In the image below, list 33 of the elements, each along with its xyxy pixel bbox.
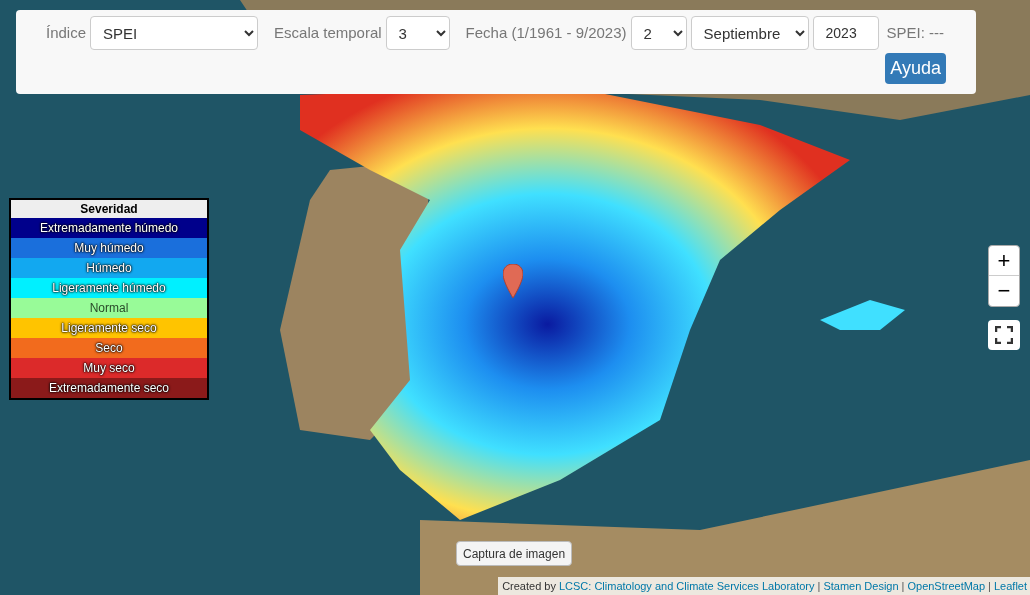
month-select[interactable]: Septiembre	[690, 16, 809, 50]
date-label: Fecha (1/1961 - 9/2023)	[465, 22, 627, 43]
legend-item: Seco	[11, 338, 207, 358]
legend-item: Muy seco	[11, 358, 207, 378]
year-field[interactable]: 2023	[812, 16, 879, 50]
fullscreen-button[interactable]	[988, 320, 1020, 350]
spei-reading: SPEI: ---	[886, 22, 945, 43]
legend-item: Extremadamente húmedo	[11, 218, 207, 238]
legend-item: Húmedo	[11, 258, 207, 278]
legend-item: Normal	[11, 298, 207, 318]
capture-button[interactable]: Captura de imagen	[456, 541, 573, 566]
legend-item: Extremadamente seco	[11, 378, 207, 398]
help-button[interactable]: Ayuda	[885, 53, 946, 84]
scale-label: Escala temporal	[274, 22, 382, 43]
zoom-out-button[interactable]: −	[989, 276, 1019, 306]
scale-select[interactable]: 3	[385, 16, 450, 50]
index-label: Índice	[46, 22, 87, 43]
legend-title: Severidad	[11, 200, 207, 218]
attribution-text: Created by	[502, 578, 556, 594]
index-select[interactable]: SPEI	[90, 16, 259, 50]
attribution-link[interactable]: LCSC: Climatology and Climate Services Laboratory	[558, 577, 815, 595]
attribution-link[interactable]: Leaflet	[993, 577, 1027, 595]
legend-item: Muy húmedo	[11, 238, 207, 258]
legend-item: Ligeramente húmedo	[11, 278, 207, 298]
zoom-in-button[interactable]: +	[989, 246, 1019, 276]
fullscreen-icon	[995, 326, 1013, 344]
attribution-separator: |	[817, 578, 821, 594]
attribution-link[interactable]: Stamen Design	[823, 577, 899, 595]
day-select[interactable]: 2	[630, 16, 687, 50]
attribution-link[interactable]: OpenStreetMap	[907, 577, 986, 595]
attribution-separator: |	[901, 578, 905, 594]
attribution-separator: |	[988, 578, 991, 594]
legend-item: Ligeramente seco	[11, 318, 207, 338]
